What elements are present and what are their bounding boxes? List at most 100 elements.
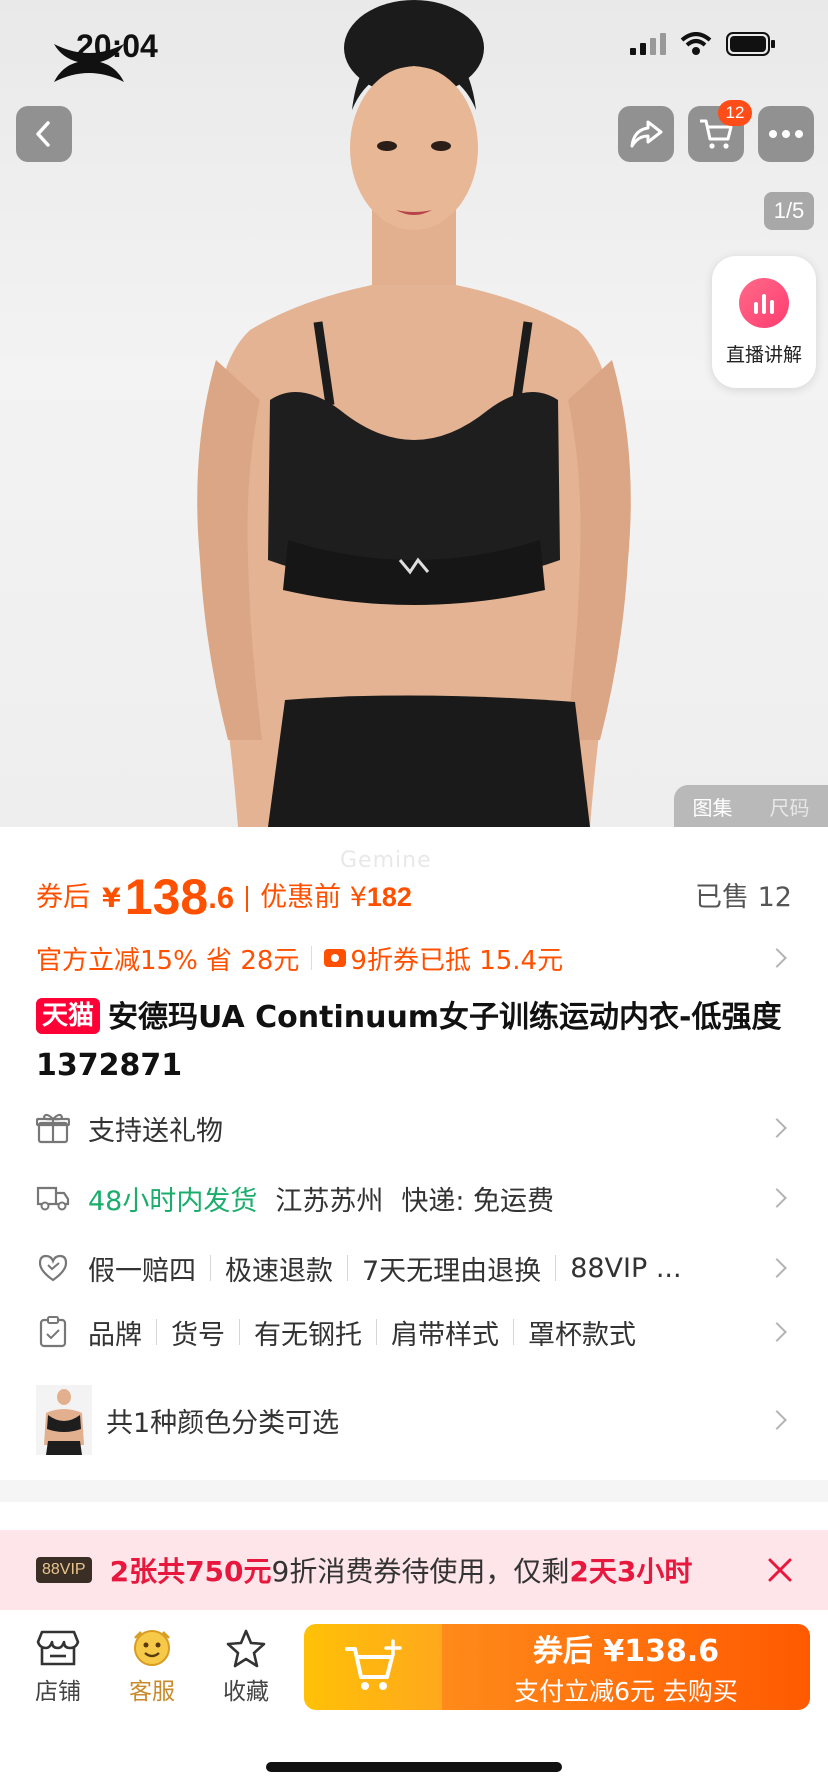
home-indicator — [266, 1762, 562, 1772]
original-price: 优惠前 ¥182 — [260, 875, 412, 922]
bottom-action-bar: 店铺 客服 收藏 券后 ¥138.6 支付立减6元 去购买 — [0, 1610, 828, 1792]
color-variants-label: 共1种颜色分类可选 — [106, 1407, 340, 1439]
favorite-label: 收藏 — [223, 1679, 269, 1705]
wifi-icon — [680, 32, 712, 55]
promotion-row[interactable]: 官方立减15% 省 28元 9折券已抵 15.4元 — [36, 936, 792, 980]
divider — [156, 1319, 157, 1345]
price-row: 券后 ¥ 138 .6 优惠前 ¥182 已售 12 — [36, 852, 792, 922]
tab-gallery[interactable]: 图集 — [693, 792, 733, 821]
chevron-right-icon — [767, 1118, 787, 1138]
chevron-right-icon — [767, 1322, 787, 1342]
live-label: 直播讲解 — [725, 343, 802, 366]
vip-remaining: 2天3小时 — [569, 1555, 693, 1588]
clipboard-icon — [36, 1315, 70, 1349]
vip-mid: 9折消费券待使用，仅剩 — [271, 1555, 570, 1588]
truck-icon — [36, 1181, 70, 1215]
signal-icon — [630, 33, 666, 55]
divider — [239, 1319, 240, 1345]
product-image-gallery[interactable]: 20:04 12 1/5 直播讲解 图集 尺码 — [0, 0, 828, 827]
add-cart-icon — [345, 1639, 402, 1690]
star-icon — [226, 1629, 266, 1668]
original-currency: ¥ — [349, 882, 367, 913]
param-4: 肩带样式 — [391, 1319, 499, 1351]
close-icon[interactable] — [762, 1552, 798, 1588]
chevron-right-icon — [767, 948, 787, 968]
color-variants-row[interactable]: 共1种颜色分类可选 — [36, 1380, 792, 1460]
gift-row[interactable]: 支持送礼物 — [36, 1100, 792, 1156]
original-price-value: 182 — [366, 882, 412, 912]
after-coupon-label: 券后 — [36, 882, 90, 913]
vip-badge: 88VIP — [36, 1557, 92, 1583]
vip-amount: 750元 — [185, 1555, 272, 1588]
add-to-cart-button[interactable] — [304, 1624, 442, 1710]
price-integer: 138 — [124, 869, 209, 925]
back-button[interactable] — [16, 106, 72, 162]
divider — [555, 1255, 557, 1281]
cart-count-badge: 12 — [718, 100, 752, 126]
shield-heart-icon — [36, 1251, 70, 1285]
before-discount-label: 优惠前 — [260, 882, 342, 913]
param-5: 罩杯款式 — [528, 1319, 636, 1351]
guarantee-2: 极速退款 — [225, 1255, 333, 1287]
live-icon — [739, 277, 789, 328]
currency-symbol: ¥ — [102, 883, 121, 914]
gallery-tabs: 图集 尺码 — [674, 785, 828, 827]
shipping-time: 48小时内发货 — [88, 1185, 258, 1217]
customer-service-label: 客服 — [129, 1679, 175, 1705]
battery-icon — [726, 32, 775, 56]
chevron-right-icon — [767, 1258, 787, 1278]
share-icon — [630, 120, 663, 148]
tab-size[interactable]: 尺码 — [770, 792, 810, 821]
divider — [513, 1319, 514, 1345]
official-discount: 官方立减15% 省 28元 — [36, 945, 300, 976]
guarantee-4: 88VIP ... — [570, 1252, 682, 1284]
section-divider — [0, 1480, 828, 1502]
variant-thumbnail — [36, 1385, 92, 1455]
shipping-origin: 江苏苏州 — [275, 1185, 384, 1217]
guarantee-row[interactable]: 假一赔四 极速退款 7天无理由退换 88VIP ... — [36, 1240, 792, 1296]
live-explain-button[interactable]: 直播讲解 — [712, 256, 816, 388]
divider — [210, 1255, 211, 1281]
share-button[interactable] — [618, 106, 674, 162]
shop-label: 店铺 — [35, 1679, 81, 1705]
more-button[interactable] — [758, 106, 814, 162]
shipping-method: 快递: 免运费 — [401, 1185, 555, 1217]
buy-now-button[interactable]: 券后 ¥138.6 支付立减6元 去购买 — [442, 1624, 810, 1710]
vip-coupon-banner[interactable]: 88VIP 2张共750元9折消费券待使用，仅剩2天3小时 — [0, 1530, 828, 1610]
parameters-row[interactable]: 品牌 货号 有无钢托 肩带样式 罩杯款式 — [36, 1304, 792, 1360]
gift-icon — [36, 1111, 70, 1145]
param-1: 品牌 — [88, 1319, 142, 1351]
vip-message: 2张共750元9折消费券待使用，仅剩2天3小时 — [110, 1550, 693, 1590]
shipping-row[interactable]: 48小时内发货 江苏苏州 快递: 免运费 — [36, 1170, 792, 1226]
favorite-button[interactable]: 收藏 — [206, 1628, 286, 1706]
store-icon — [36, 1630, 80, 1666]
coupon-applied: 9折券已抵 15.4元 — [350, 945, 564, 976]
divider — [347, 1255, 348, 1281]
param-3: 有无钢托 — [254, 1319, 362, 1351]
gift-label: 支持送礼物 — [88, 1115, 223, 1147]
product-title-text: 安德玛UA Continuum女子训练运动内衣-低强度1372871 — [36, 1000, 782, 1083]
guarantee-1: 假一赔四 — [88, 1255, 196, 1287]
customer-service-icon — [134, 1630, 170, 1666]
buy-button-group: 券后 ¥138.6 支付立减6元 去购买 — [304, 1624, 810, 1710]
more-icon — [769, 130, 803, 138]
chevron-right-icon — [767, 1188, 787, 1208]
image-counter: 1/5 — [764, 192, 814, 230]
sold-count: 已售 12 — [695, 882, 792, 913]
price-decimal: .6 — [208, 880, 235, 915]
status-time: 20:04 — [76, 28, 158, 64]
divider — [376, 1319, 377, 1345]
price-divider — [246, 886, 249, 912]
customer-service-button[interactable]: 客服 — [112, 1628, 192, 1706]
cart-button[interactable]: 12 — [688, 100, 752, 162]
status-bar: 20:04 — [0, 0, 828, 96]
guarantee-3: 7天无理由退换 — [362, 1255, 542, 1287]
coupon-icon — [324, 949, 347, 967]
tmall-badge: 天猫 — [36, 998, 101, 1034]
chevron-left-icon — [36, 121, 50, 147]
promo-divider — [311, 946, 313, 970]
param-2: 货号 — [171, 1319, 225, 1351]
chevron-right-icon — [767, 1410, 787, 1430]
shop-button[interactable]: 店铺 — [18, 1628, 98, 1706]
vip-count: 2张共 — [109, 1555, 186, 1588]
